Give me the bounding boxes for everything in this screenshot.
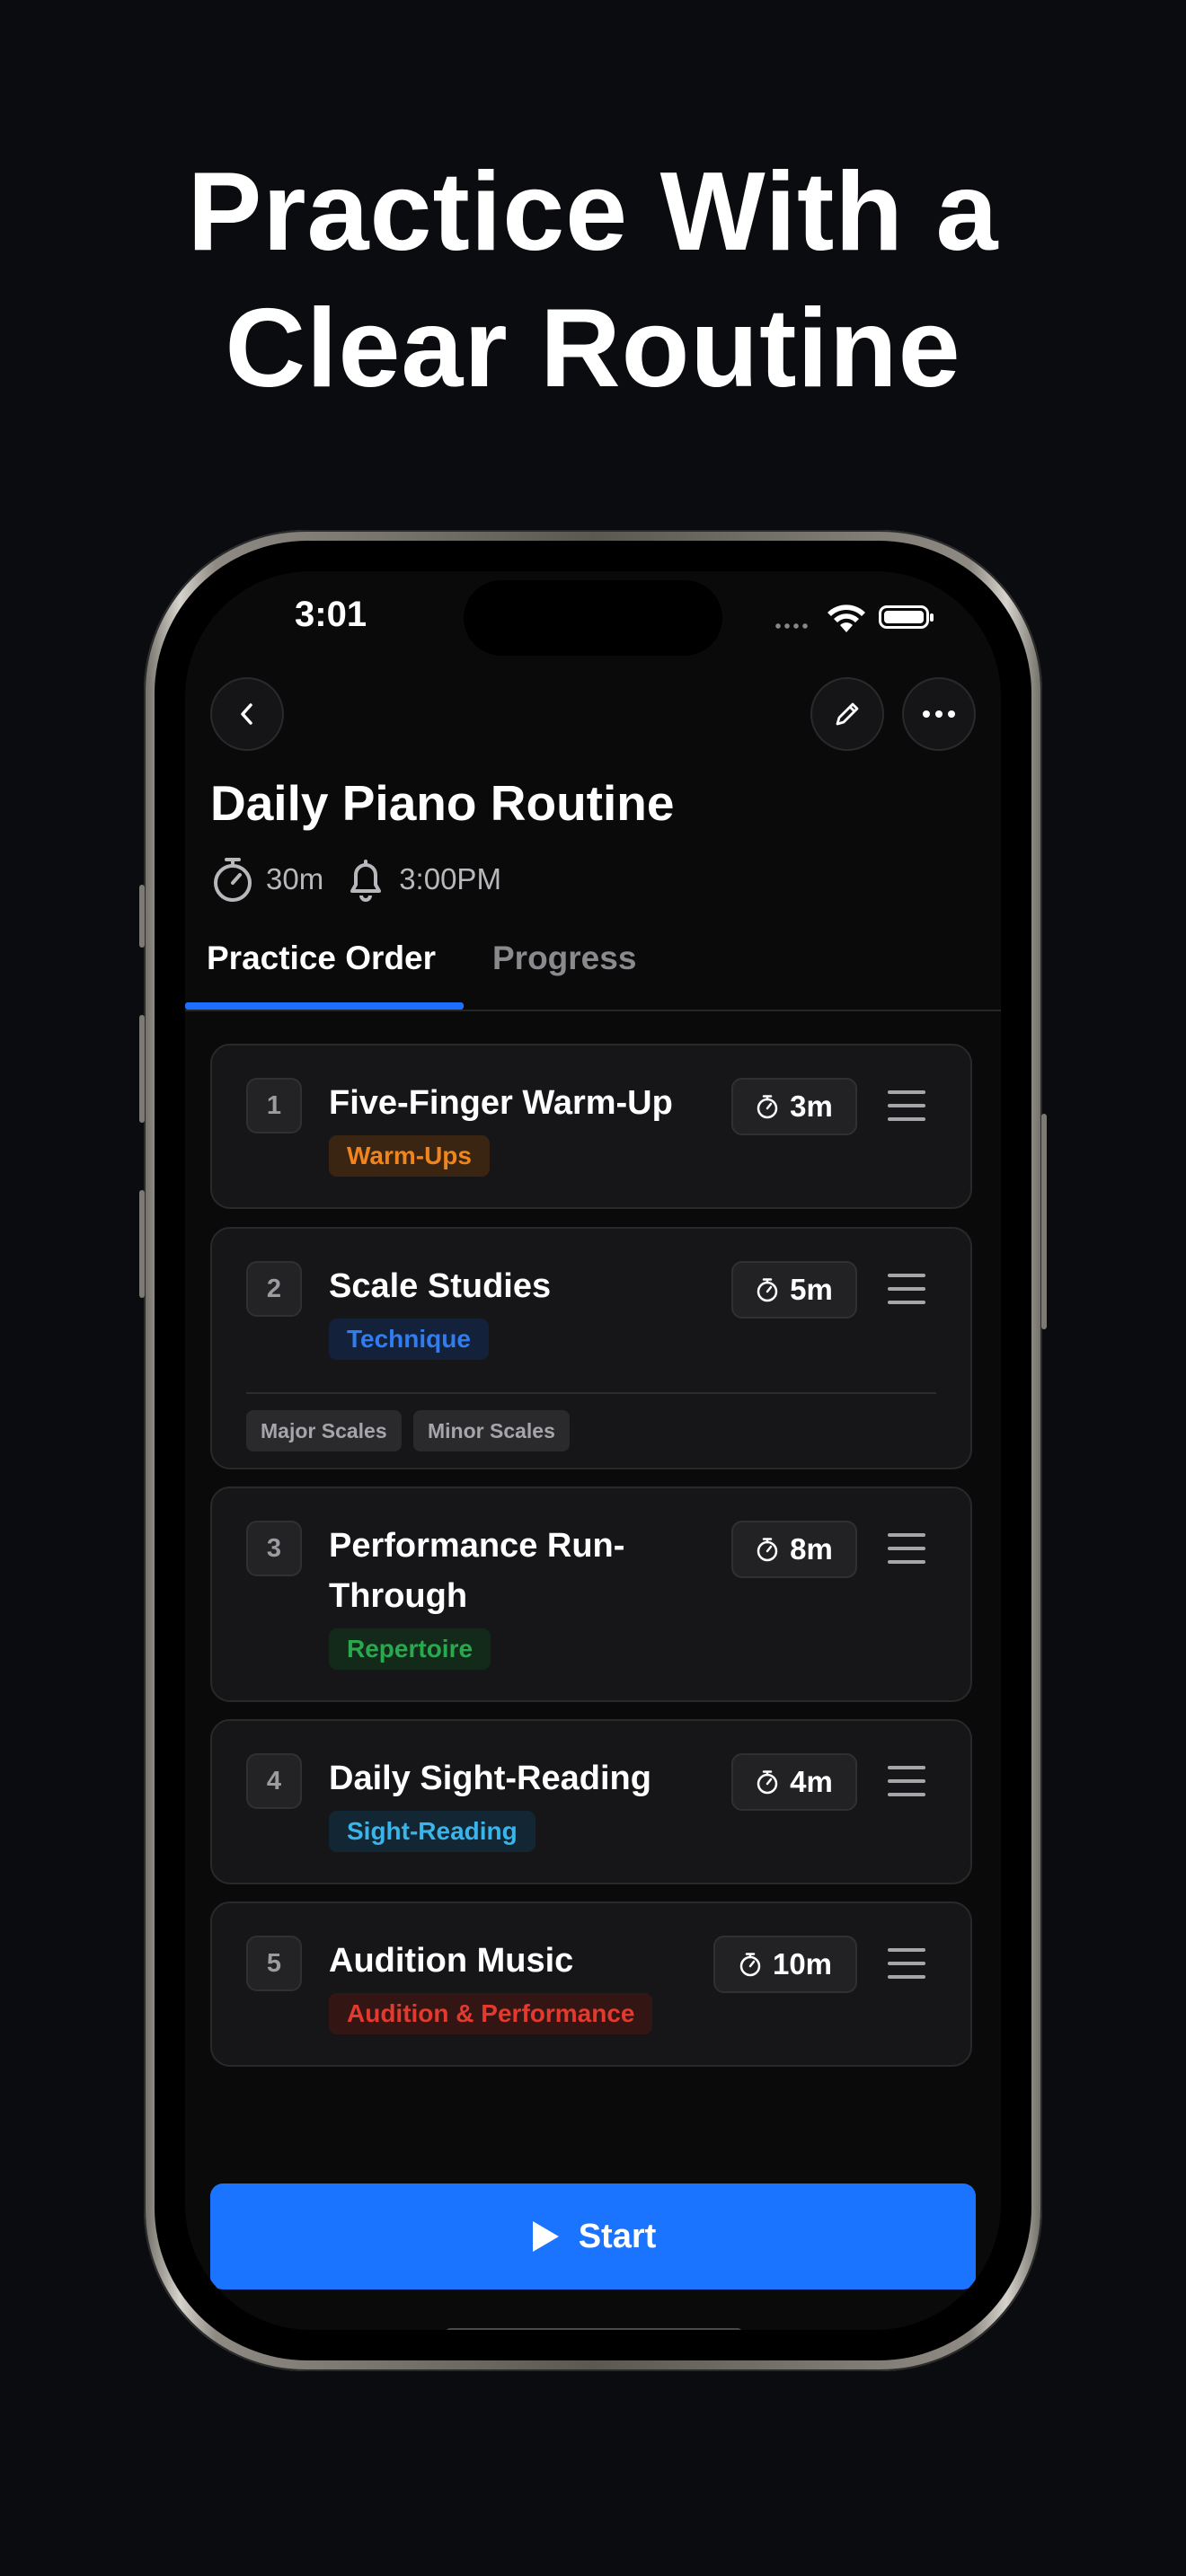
duration-label: 3m [790,1090,833,1123]
routine-meta: 30m 3:00PM [210,855,501,904]
timer-icon [739,1953,761,1977]
item-title: Performance Run-Through [329,1527,625,1615]
drag-handle-icon[interactable] [888,1090,925,1121]
routine-item-card[interactable]: 3 Performance Run-Through Repertoire 8m [210,1486,972,1702]
item-number: 1 [246,1078,302,1134]
phone-action-button [139,885,145,948]
routine-item-card[interactable]: 5 Audition Music Audition & Performance … [210,1901,972,2067]
edit-button[interactable] [810,677,884,751]
bell-icon [350,860,382,902]
drag-handle-icon[interactable] [888,1533,925,1564]
tab-practice-order[interactable]: Practice Order [207,940,436,977]
duration-button[interactable]: 3m [731,1078,857,1135]
item-title: Five-Finger Warm-Up [329,1084,673,1122]
more-options-button[interactable] [902,677,976,751]
duration-label: 4m [790,1765,833,1798]
marketing-headline: Practice With a Clear Routine [0,144,1186,417]
timer-icon [214,858,252,902]
item-title: Scale Studies [329,1267,552,1305]
timer-icon [757,1095,778,1119]
phone-volume-down-button [139,1190,145,1298]
phone-power-button [1041,1114,1047,1329]
card-divider [246,1392,936,1394]
active-tab-indicator [185,1002,464,1010]
routine-duration: 30m [266,862,324,895]
back-button[interactable] [210,677,284,751]
tag-chip-major-scales: Major Scales [246,1410,402,1451]
tag-chip-minor-scales: Minor Scales [413,1410,570,1451]
battery-icon [879,605,934,629]
home-indicator [446,2328,742,2330]
item-number: 4 [246,1753,302,1809]
timer-icon [757,1278,778,1302]
category-badge: Audition & Performance [329,1993,653,2034]
duration-label: 10m [772,1947,833,1981]
status-time: 3:01 [295,595,367,634]
tab-bar: Practice Order Progress [185,932,1001,1011]
dynamic-island [464,580,722,656]
item-number: 3 [246,1521,302,1576]
item-number: 5 [246,1936,302,1991]
timer-icon [757,1538,778,1562]
play-icon [532,2221,559,2252]
duration-button[interactable]: 5m [731,1261,857,1319]
duration-label: 5m [790,1273,833,1306]
ellipsis-icon [923,710,955,718]
category-badge: Sight-Reading [329,1811,535,1852]
category-badge: Technique [329,1319,489,1360]
item-number: 2 [246,1261,302,1317]
category-badge: Warm-Ups [329,1135,490,1177]
routine-item-card[interactable]: 2 Scale Studies Technique 5m Major Scale… [210,1227,972,1469]
category-badge: Repertoire [329,1628,491,1670]
page-title: Daily Piano Routine [210,775,675,831]
wifi-icon [828,604,865,632]
pencil-icon [836,702,859,726]
tab-progress[interactable]: Progress [492,940,636,977]
routine-item-card[interactable]: 4 Daily Sight-Reading Sight-Reading 4m [210,1719,972,1884]
drag-handle-icon[interactable] [888,1948,925,1979]
duration-label: 8m [790,1532,833,1566]
item-title: Daily Sight-Reading [329,1760,651,1797]
chevron-left-icon [241,703,252,725]
headline-line-2: Clear Routine [225,287,961,410]
phone-screen: 3:01 Daily Piano Routine 30m 3:00PM Prac… [185,571,1001,2330]
headline-line-1: Practice With a [187,150,999,274]
duration-button[interactable]: 8m [731,1521,857,1578]
start-button-label: Start [578,2217,657,2255]
routine-reminder-time: 3:00PM [399,862,501,895]
duration-button[interactable]: 10m [713,1936,857,1993]
phone-volume-up-button [139,1015,145,1123]
drag-handle-icon[interactable] [888,1766,925,1796]
duration-button[interactable]: 4m [731,1753,857,1811]
signal-icon [774,623,810,629]
start-button[interactable]: Start [210,2183,976,2289]
drag-handle-icon[interactable] [888,1274,925,1304]
routine-item-card[interactable]: 1 Five-Finger Warm-Up Warm-Ups 3m [210,1044,972,1209]
timer-icon [757,1770,778,1795]
item-title: Audition Music [329,1942,574,1980]
